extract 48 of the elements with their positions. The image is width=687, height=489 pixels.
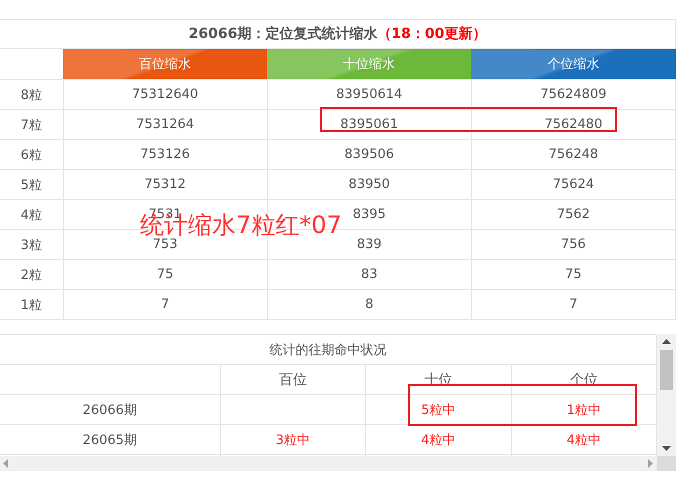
- table-title: 统计的往期命中状况: [0, 334, 656, 364]
- table-cell: 7: [471, 290, 676, 320]
- table-cell: 7: [63, 290, 268, 320]
- row-label: 2粒: [0, 260, 63, 290]
- table-cell: 8: [267, 290, 472, 320]
- row-label: 6粒: [0, 140, 63, 170]
- table-cell: 4粒中: [511, 424, 656, 454]
- issue-cell: 26066期: [0, 394, 220, 424]
- column-header: 百位缩水: [63, 48, 268, 80]
- table-cell: 753126: [63, 140, 268, 170]
- table-cell: 8395061: [267, 110, 472, 140]
- table-cell: 756: [471, 230, 676, 260]
- table-cell: 4粒中: [366, 424, 511, 454]
- scrollbar-thumb[interactable]: [660, 350, 673, 390]
- column-header: 十位缩水: [267, 48, 472, 80]
- row-label: 4粒: [0, 200, 63, 230]
- table-cell: 5粒中: [366, 394, 511, 424]
- column-header: 个位缩水: [471, 48, 676, 80]
- table-cell: 75312: [63, 170, 268, 200]
- vertical-scrollbar[interactable]: [657, 334, 676, 456]
- scroll-right-icon[interactable]: [648, 459, 653, 468]
- horizontal-scrollbar[interactable]: [0, 456, 657, 471]
- row-label: 8粒: [0, 80, 63, 110]
- table-cell: 83950614: [267, 80, 472, 110]
- table-cell: 75: [471, 260, 676, 290]
- row-label: 1粒: [0, 290, 63, 320]
- table-cell: 756248: [471, 140, 676, 170]
- scrollbar-corner: [657, 456, 676, 471]
- scroll-up-icon[interactable]: [662, 339, 671, 344]
- table-cell: 75312640: [63, 80, 268, 110]
- table-cell: 83: [267, 260, 472, 290]
- table-cell: 7562: [471, 200, 676, 230]
- table-cell: 75624809: [471, 80, 676, 110]
- table-cell: 839506: [267, 140, 472, 170]
- scroll-left-icon[interactable]: [3, 459, 8, 468]
- row-label: 3粒: [0, 230, 63, 260]
- table-cell: 7562480: [471, 110, 676, 140]
- table-cell: 75624: [471, 170, 676, 200]
- column-header: 百位: [220, 364, 366, 394]
- row-label: 7粒: [0, 110, 63, 140]
- scroll-down-icon[interactable]: [662, 446, 671, 451]
- table-cell: 7531264: [63, 110, 268, 140]
- row-label: 5粒: [0, 170, 63, 200]
- table-cell: 83950: [267, 170, 472, 200]
- table-cell: 3粒中: [220, 424, 366, 454]
- issue-cell: 26065期: [0, 424, 220, 454]
- table-title: 26066期：定位复式统计缩水（18：00更新）: [188, 27, 486, 42]
- table-cell: 75: [63, 260, 268, 290]
